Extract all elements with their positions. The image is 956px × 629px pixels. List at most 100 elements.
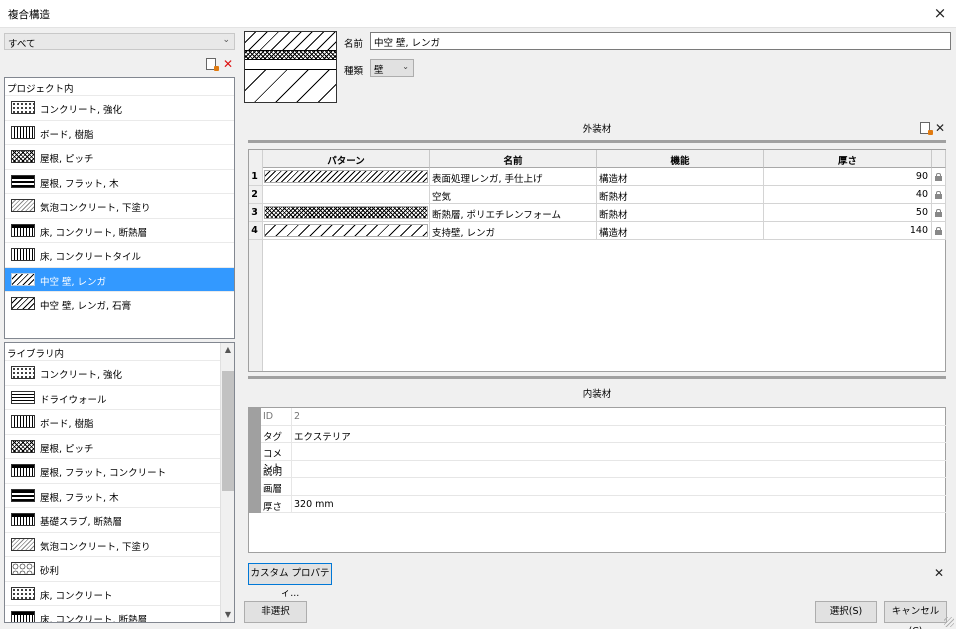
project-list-item[interactable]: 屋根, フラット, 木 — [5, 168, 234, 194]
layer-thickness-cell[interactable]: 40 — [764, 186, 932, 204]
property-row[interactable]: コメント — [261, 443, 946, 474]
property-value[interactable]: 320 mm — [294, 499, 334, 510]
lock-cell[interactable] — [932, 222, 946, 240]
column-header-name[interactable]: 名前 — [430, 150, 597, 168]
project-list-item[interactable]: 中空 壁, レンガ — [5, 266, 234, 291]
library-list-item[interactable]: 基礎スラブ, 断熱層 — [5, 507, 234, 532]
hatch-pattern-icon — [11, 464, 35, 477]
project-list-item[interactable]: ボード, 樹脂 — [5, 119, 234, 145]
lock-cell[interactable] — [932, 204, 946, 222]
layer-pattern-cell[interactable] — [263, 168, 430, 186]
project-list-item[interactable]: 気泡コンクリート, 下塗り — [5, 193, 234, 218]
deselect-button[interactable]: 非選択 — [244, 601, 307, 623]
hatch-pattern-icon — [11, 174, 35, 188]
remove-layer-icon[interactable]: ✕ — [935, 122, 945, 134]
layer-pattern-cell[interactable] — [263, 204, 430, 222]
property-value[interactable]: 2 — [294, 411, 300, 422]
project-list-item[interactable]: 床, コンクリートタイル — [5, 242, 234, 267]
interior-divider — [248, 376, 946, 379]
kind-dropdown[interactable]: 壁 ⌄ — [370, 59, 414, 77]
title-bar: 複合構造 × — [0, 0, 956, 28]
property-row[interactable]: ID 2 — [261, 408, 946, 426]
library-list-item[interactable]: ドライウォール — [5, 384, 234, 410]
delete-item-icon[interactable]: ✕ — [223, 58, 233, 70]
library-list-item[interactable]: 気泡コンクリート, 下塗り — [5, 531, 234, 557]
property-key: ID — [263, 411, 274, 422]
resize-grip[interactable] — [944, 617, 954, 627]
layer-row[interactable]: 3 断熱層, ポリエチレンフォーム 断熱材 50 — [249, 204, 946, 222]
layer-row[interactable]: 4 支持壁, レンガ 構造材 140 — [249, 222, 946, 240]
category-filter-dropdown[interactable]: すべて ⌄ — [4, 33, 235, 50]
library-list-item[interactable]: 屋根, ピッチ — [5, 433, 234, 459]
hatch-pattern-icon — [11, 537, 35, 551]
property-separator — [291, 495, 292, 512]
lock-icon — [935, 227, 942, 235]
layer-row[interactable]: 2 空気 断熱材 40 — [249, 186, 946, 204]
layer-thickness-cell[interactable]: 140 — [764, 222, 932, 240]
name-field[interactable]: 中空 壁, レンガ — [370, 32, 951, 50]
hatch-pattern-icon — [11, 223, 35, 237]
library-list-item[interactable]: ボード, 樹脂 — [5, 409, 234, 434]
select-button[interactable]: 選択(S) — [815, 601, 877, 623]
project-list-item[interactable]: 床, コンクリート, 断熱層 — [5, 217, 234, 243]
property-row[interactable]: タグ エクステリア — [261, 425, 946, 443]
layer-function-cell[interactable]: 断熱材 — [597, 204, 764, 222]
layer-function-cell[interactable]: 構造材 — [597, 168, 764, 186]
project-list-item-label: 屋根, フラット, 木 — [40, 178, 119, 190]
layer-function-cell[interactable]: 構造材 — [597, 222, 764, 240]
library-scrollbar[interactable]: ▲ ▼ — [220, 343, 234, 622]
clear-properties-icon[interactable]: ✕ — [934, 567, 944, 579]
new-item-icon[interactable] — [206, 58, 219, 71]
property-key: 厚さ — [263, 501, 283, 513]
list-toolbar: ✕ — [205, 57, 235, 71]
library-list-item-label: 気泡コンクリート, 下塗り — [40, 541, 151, 553]
property-row[interactable]: 画層 — [261, 478, 946, 496]
lock-cell[interactable] — [932, 186, 946, 204]
column-header-function[interactable]: 機能 — [597, 150, 764, 168]
project-list-item-label: コンクリート, 強化 — [40, 105, 123, 116]
custom-properties-button[interactable]: カスタム プロパティ... — [248, 563, 332, 599]
cancel-button[interactable]: キャンセル(C) — [884, 601, 947, 629]
library-list-item[interactable]: 床, コンクリート, 断熱層 — [5, 605, 234, 622]
layer-pattern-cell[interactable] — [263, 186, 430, 204]
project-list-item[interactable]: コンクリート, 強化 — [5, 95, 234, 120]
hatch-pattern-icon — [11, 415, 35, 428]
property-row[interactable]: 厚さ 320 mm — [261, 495, 946, 513]
column-header-thickness[interactable]: 厚さ — [764, 150, 932, 168]
library-list-item[interactable]: コンクリート, 強化 — [5, 360, 234, 385]
layer-thickness-cell[interactable]: 50 — [764, 204, 932, 222]
property-row[interactable]: 説明 — [261, 460, 946, 478]
hatch-pattern-icon — [11, 297, 35, 310]
layer-pattern-cell[interactable] — [263, 222, 430, 240]
library-list-item[interactable]: 砂利 — [5, 556, 234, 581]
library-list-item-label: 基礎スラブ, 断熱層 — [40, 517, 123, 528]
scroll-thumb[interactable] — [222, 371, 234, 491]
project-list-item[interactable]: 中空 壁, レンガ, 石膏 — [5, 291, 234, 316]
preview-layer-3 — [245, 60, 336, 70]
column-header-pattern[interactable]: パターン — [263, 150, 430, 168]
library-list-item-label: 屋根, フラット, コンクリート — [40, 468, 167, 479]
property-value[interactable]: エクステリア — [294, 429, 351, 443]
project-list-item[interactable]: 屋根, ピッチ — [5, 144, 234, 169]
window-close-icon[interactable]: × — [930, 3, 950, 23]
scroll-up-icon[interactable]: ▲ — [221, 343, 234, 357]
layer-name-cell[interactable]: 表面処理レンガ, 手仕上げ — [430, 168, 597, 186]
hatch-pattern-icon — [11, 513, 35, 526]
hatch-pattern-icon — [11, 562, 35, 575]
add-layer-icon[interactable] — [920, 122, 933, 135]
scroll-down-icon[interactable]: ▼ — [221, 608, 234, 622]
layer-function-cell[interactable]: 断熱材 — [597, 186, 764, 204]
lock-cell[interactable] — [932, 168, 946, 186]
project-list-item-label: 屋根, ピッチ — [40, 154, 94, 165]
library-list-item[interactable]: 床, コンクリート — [5, 580, 234, 606]
layer-name-cell[interactable]: 支持壁, レンガ — [430, 222, 597, 240]
layer-name-cell[interactable]: 空気 — [430, 186, 597, 204]
lock-icon — [935, 191, 942, 199]
exterior-divider — [248, 140, 946, 143]
layer-row[interactable]: 1 表面処理レンガ, 手仕上げ 構造材 90 — [249, 168, 946, 186]
library-list-item[interactable]: 屋根, フラット, 木 — [5, 482, 234, 508]
layer-name-cell[interactable]: 断熱層, ポリエチレンフォーム — [430, 204, 597, 222]
library-list-item[interactable]: 屋根, フラット, コンクリート — [5, 458, 234, 483]
layer-index: 1 — [249, 168, 263, 186]
layer-thickness-cell[interactable]: 90 — [764, 168, 932, 186]
